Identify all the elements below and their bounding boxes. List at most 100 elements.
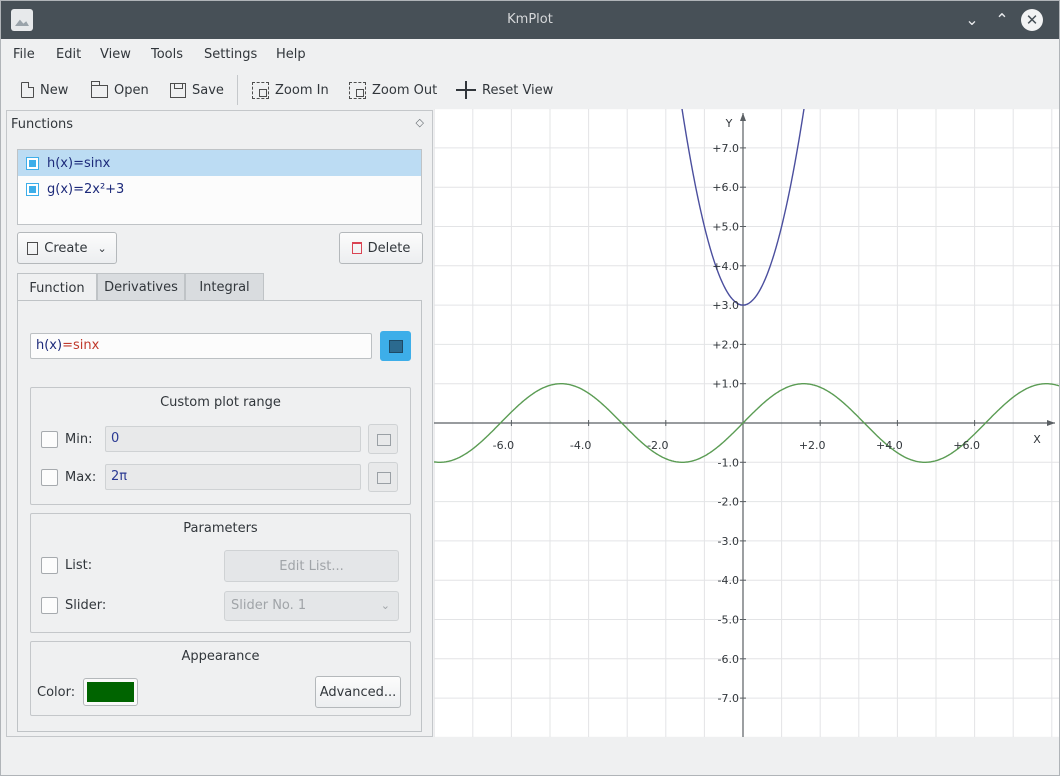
advanced-button[interactable]: Advanced... bbox=[315, 676, 401, 708]
equation-op: = bbox=[62, 338, 73, 353]
y-axis-arrow bbox=[740, 113, 746, 121]
y-tick-label: +5.0 bbox=[712, 221, 739, 234]
list-checkbox[interactable] bbox=[41, 557, 58, 574]
open-button[interactable]: Open bbox=[90, 79, 149, 101]
y-tick-label: +7.0 bbox=[712, 142, 739, 155]
menu-view[interactable]: View bbox=[100, 47, 131, 62]
parameters-group: Parameters List: Edit List... Slider: Sl… bbox=[30, 513, 411, 633]
max-label: Max: bbox=[65, 470, 97, 485]
min-checkbox[interactable] bbox=[41, 431, 58, 448]
function-tab-panel: h(x)=sinx Custom plot range Min: 0 Max: … bbox=[17, 300, 422, 732]
slider-select[interactable]: Slider No. 1 ⌄ bbox=[224, 591, 399, 621]
x-tick-label: -2.0 bbox=[647, 439, 668, 452]
edit-list-button[interactable]: Edit List... bbox=[224, 550, 399, 582]
reset-view-label: Reset View bbox=[482, 82, 554, 98]
color-label: Color: bbox=[37, 685, 76, 700]
y-tick-label: +6.0 bbox=[712, 181, 739, 194]
toolbar-separator bbox=[237, 75, 238, 105]
menu-tools[interactable]: Tools bbox=[151, 47, 183, 62]
slider-checkbox[interactable] bbox=[41, 597, 58, 614]
x-axis-label: X bbox=[1033, 433, 1041, 446]
min-label: Min: bbox=[65, 432, 93, 447]
new-button[interactable]: New bbox=[19, 79, 68, 101]
slider-select-value: Slider No. 1 bbox=[231, 598, 307, 613]
min-editor-button[interactable] bbox=[368, 424, 398, 454]
equation-input[interactable]: h(x)=sinx bbox=[30, 333, 372, 359]
tab-function[interactable]: Function bbox=[17, 273, 97, 302]
group-title: Custom plot range bbox=[160, 395, 281, 410]
function-visible-checkbox[interactable] bbox=[26, 156, 39, 170]
save-button[interactable]: Save bbox=[170, 79, 224, 101]
function-visible-checkbox[interactable] bbox=[26, 182, 39, 196]
y-tick-label: +4.0 bbox=[712, 260, 739, 273]
dock-title: Functions bbox=[11, 117, 74, 132]
group-title: Appearance bbox=[181, 649, 260, 664]
equation-body: sinx bbox=[72, 338, 100, 353]
tab-integral[interactable]: Integral bbox=[185, 273, 264, 301]
y-tick-label: -6.0 bbox=[718, 653, 739, 666]
new-label: New bbox=[40, 82, 69, 98]
zoom-in-icon bbox=[252, 81, 269, 99]
slider-label: Slider: bbox=[65, 598, 107, 613]
menu-file[interactable]: File bbox=[13, 47, 35, 62]
kmplot-window: KmPlot ⌄ ⌃ ✕ File Edit View Tools Settin… bbox=[0, 0, 1060, 776]
minimize-button[interactable]: ⌄ bbox=[961, 9, 983, 31]
axes bbox=[434, 113, 1055, 737]
crosshair-icon bbox=[456, 81, 476, 99]
create-label: Create bbox=[44, 240, 88, 256]
tab-derivatives[interactable]: Derivatives bbox=[97, 273, 185, 301]
plot-area[interactable]: -6.0 -4.0 -2.0 +2.0 +4.0 +6.0 +7.0 +6.0 +5.0 +4.0… bbox=[434, 109, 1059, 737]
y-tick-label: -4.0 bbox=[718, 574, 739, 587]
reset-view-button[interactable]: Reset View bbox=[456, 79, 553, 101]
save-icon bbox=[170, 82, 186, 98]
function-item-g[interactable]: g(x)=2x²+3 bbox=[18, 176, 421, 202]
function-item-h[interactable]: h(x)=sinx bbox=[18, 150, 421, 176]
curves bbox=[434, 109, 1059, 463]
x-tick-label: -6.0 bbox=[493, 439, 514, 452]
function-label: g(x)=2x²+3 bbox=[47, 181, 125, 197]
delete-label: Delete bbox=[367, 240, 411, 256]
open-label: Open bbox=[114, 82, 149, 98]
color-picker-button[interactable] bbox=[83, 678, 138, 706]
function-label: h(x)=sinx bbox=[47, 155, 111, 171]
max-input[interactable]: 2π bbox=[105, 464, 361, 490]
zoom-out-icon bbox=[349, 81, 366, 99]
x-tick-label: +2.0 bbox=[799, 439, 826, 452]
max-editor-button[interactable] bbox=[368, 462, 398, 492]
delete-button[interactable]: Delete bbox=[339, 232, 423, 264]
x-tick-label: +6.0 bbox=[953, 439, 980, 452]
window-title: KmPlot bbox=[507, 12, 553, 27]
menu-edit[interactable]: Edit bbox=[56, 47, 81, 62]
x-tick-label: +4.0 bbox=[876, 439, 903, 452]
close-button[interactable]: ✕ bbox=[1021, 9, 1043, 31]
equation-name: h(x) bbox=[36, 338, 63, 353]
functions-dock: Functions ◇ h(x)=sinx g(x)=2x²+3 Create … bbox=[6, 110, 433, 737]
x-axis-arrow bbox=[1047, 420, 1055, 426]
min-input[interactable]: 0 bbox=[105, 426, 361, 452]
zoom-out-button[interactable]: Zoom Out bbox=[349, 79, 437, 101]
function-plot[interactable]: -6.0 -4.0 -2.0 +2.0 +4.0 +6.0 +7.0 +6.0 +5.0 +4.0… bbox=[434, 109, 1059, 737]
trash-icon bbox=[351, 242, 362, 254]
maximize-button[interactable]: ⌃ bbox=[991, 9, 1013, 31]
x-tick-label: -4.0 bbox=[570, 439, 591, 452]
tick-labels: -6.0 -4.0 -2.0 +2.0 +4.0 +6.0 +7.0 +6.0 +5.0 +4.0… bbox=[493, 117, 1042, 705]
y-axis-label: Y bbox=[725, 117, 733, 130]
menu-help[interactable]: Help bbox=[276, 47, 306, 62]
folder-open-icon bbox=[90, 81, 108, 98]
create-button[interactable]: Create ⌄ bbox=[17, 232, 117, 264]
y-tick-label: +3.0 bbox=[712, 299, 739, 312]
menu-settings[interactable]: Settings bbox=[204, 47, 257, 62]
equation-editor-button[interactable] bbox=[380, 331, 411, 361]
max-checkbox[interactable] bbox=[41, 469, 58, 486]
chevron-down-icon: ⌄ bbox=[380, 599, 390, 612]
y-tick-label: -3.0 bbox=[718, 535, 739, 548]
function-list: h(x)=sinx g(x)=2x²+3 bbox=[17, 149, 422, 225]
color-swatch bbox=[87, 682, 134, 702]
new-document-icon bbox=[27, 241, 39, 255]
zoom-in-button[interactable]: Zoom In bbox=[252, 79, 329, 101]
y-tick-label: -5.0 bbox=[718, 614, 739, 627]
y-tick-label: -7.0 bbox=[718, 692, 739, 705]
y-tick-label: -1.0 bbox=[718, 456, 739, 469]
y-tick-label: +1.0 bbox=[712, 378, 739, 391]
dock-float-icon[interactable]: ◇ bbox=[416, 116, 424, 129]
